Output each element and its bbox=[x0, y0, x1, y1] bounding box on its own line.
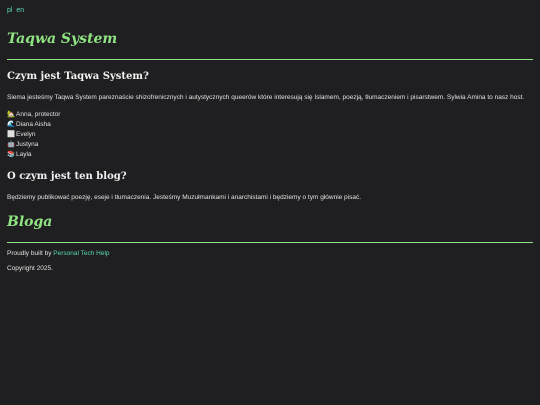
members-list: 🏡Anna, protector 🌊Diana Aisha ⬜Evelyn 🤖J… bbox=[7, 110, 533, 160]
list-item: ⬜Evelyn bbox=[7, 130, 533, 140]
blog-description-paragraph: Będziemy publikować poezję, eseje i tłum… bbox=[7, 194, 362, 201]
section-heading-about: Czym jest Taqwa System? bbox=[7, 71, 149, 82]
section-heading-blog: O czym jest ten blog? bbox=[7, 171, 127, 182]
list-item: 🤖Justyna bbox=[7, 140, 533, 150]
list-item: 📚Layla bbox=[7, 150, 533, 160]
robot-emoji-icon: 🤖 bbox=[7, 141, 16, 148]
house-emoji-icon: 🏡 bbox=[7, 111, 16, 118]
member-name: Layla bbox=[16, 151, 32, 158]
list-item: 🏡Anna, protector bbox=[7, 110, 533, 120]
built-by-prefix: Proudly built by bbox=[7, 250, 52, 257]
personal-tech-help-link[interactable]: Personal Tech Help bbox=[53, 250, 109, 257]
member-name: Evelyn bbox=[16, 131, 36, 138]
lang-link-en[interactable]: en bbox=[16, 7, 24, 14]
divider bbox=[7, 59, 533, 60]
lang-link-pl[interactable]: pl bbox=[7, 7, 12, 14]
wave-emoji-icon: 🌊 bbox=[7, 121, 16, 128]
member-name: Diana Aisha bbox=[16, 121, 51, 128]
about-paragraph: Siema jesteśmy Taqwa System pareznaście … bbox=[7, 94, 525, 101]
list-item: 🌊Diana Aisha bbox=[7, 120, 533, 130]
member-name: Justyna bbox=[16, 141, 39, 148]
divider bbox=[7, 242, 533, 243]
member-name: Anna, protector bbox=[16, 111, 61, 118]
blog-title[interactable]: Bloga bbox=[7, 214, 533, 230]
books-emoji-icon: 📚 bbox=[7, 151, 16, 158]
built-by-line: Proudly built by Personal Tech Help bbox=[7, 249, 533, 258]
language-switcher: pl en bbox=[7, 6, 533, 16]
site-title[interactable]: Taqwa System bbox=[7, 31, 533, 47]
footer: Proudly built by Personal Tech Help Copy… bbox=[7, 249, 533, 273]
page: pl en Taqwa System Czym jest Taqwa Syste… bbox=[0, 0, 540, 405]
copyright-text: Copyright 2025. bbox=[7, 265, 53, 272]
white-square-emoji-icon: ⬜ bbox=[7, 131, 16, 138]
